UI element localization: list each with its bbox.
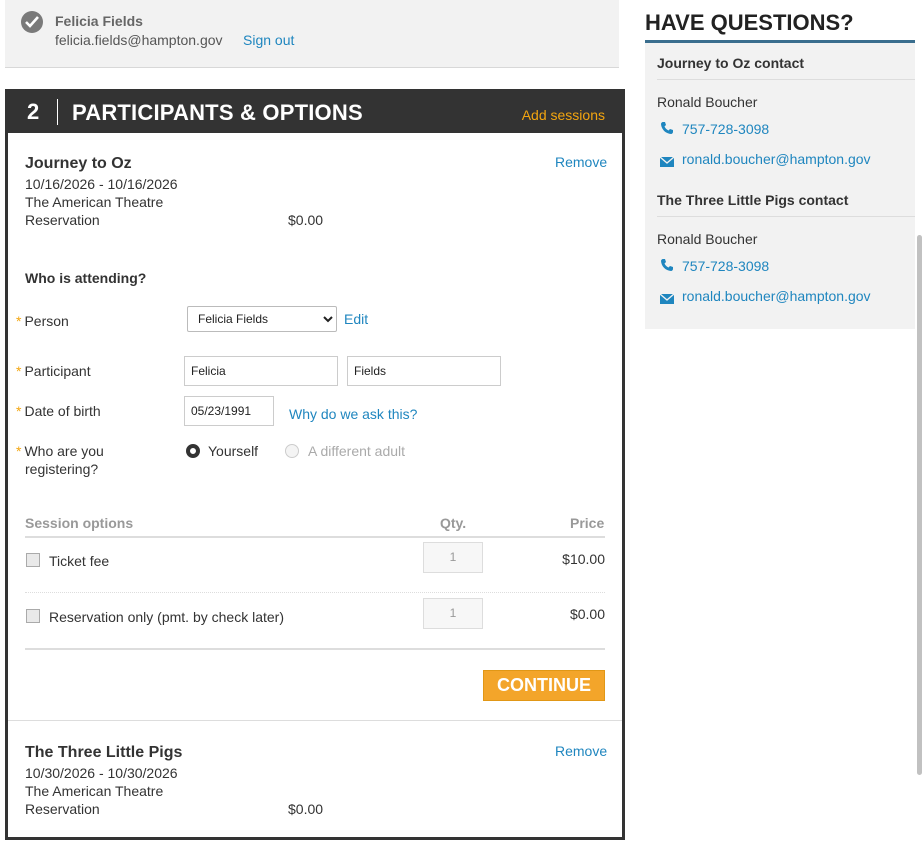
remove-event-link[interactable]: Remove: [555, 154, 607, 170]
phone-icon: [660, 258, 674, 275]
sidebar-title: HAVE QUESTIONS?: [645, 10, 854, 35]
session-option-price: $10.00: [562, 551, 605, 567]
required-mark: *: [16, 403, 22, 419]
radio-yourself[interactable]: [186, 444, 200, 458]
ticket-fee-checkbox[interactable]: [26, 553, 40, 567]
header-separator: [57, 99, 58, 125]
signed-in-banner: Felicia Fields felicia.fields@hampton.go…: [5, 0, 619, 68]
contact-divider: [657, 79, 915, 80]
radio-different-adult-label[interactable]: A different adult: [308, 443, 405, 459]
row-divider: [25, 592, 605, 593]
contact-name: Ronald Boucher: [657, 231, 758, 247]
session-footer-rule: [25, 648, 605, 650]
contact-phone-link[interactable]: 757-728-3098: [682, 121, 769, 137]
who-label-row: * Who are you: [16, 443, 104, 459]
qty-input[interactable]: 1: [423, 542, 483, 573]
event-title: Journey to Oz: [25, 155, 132, 172]
required-mark: *: [16, 443, 22, 459]
add-sessions-link[interactable]: Add sessions: [522, 107, 605, 123]
required-mark: *: [16, 363, 22, 379]
contact-heading: The Three Little Pigs contact: [657, 192, 849, 208]
contact-email-link[interactable]: ronald.boucher@hampton.gov: [682, 151, 871, 167]
mail-icon: [659, 154, 675, 170]
contact-heading: Journey to Oz contact: [657, 55, 805, 71]
session-option-price: $0.00: [569, 606, 605, 622]
first-name-input[interactable]: [184, 356, 338, 386]
why-ask-link[interactable]: Why do we ask this?: [289, 406, 417, 422]
qty-header: Qty.: [440, 515, 467, 531]
phone-icon: [660, 121, 674, 138]
user-email: felicia.fields@hampton.gov: [55, 32, 223, 48]
price-header: Price: [570, 515, 605, 531]
continue-button[interactable]: CONTINUE: [483, 670, 605, 701]
edit-person-link[interactable]: Edit: [344, 311, 368, 327]
mail-icon: [659, 291, 675, 307]
remove-event-link[interactable]: Remove: [555, 743, 607, 759]
panel-title: PARTICIPANTS & OPTIONS: [72, 100, 363, 125]
contact-divider: [657, 216, 915, 217]
event-price: $0.00: [288, 212, 324, 228]
dob-label: Date of birth: [24, 403, 101, 419]
person-select[interactable]: Felicia Fields: [187, 306, 337, 332]
contacts-box: Journey to Oz contact Ronald Boucher 757…: [645, 43, 915, 329]
event-venue: The American Theatre: [25, 783, 164, 799]
who-label-line1: Who are you: [24, 443, 104, 459]
qty-input[interactable]: 1: [423, 598, 483, 629]
panel-header: 2 PARTICIPANTS & OPTIONS Add sessions: [5, 89, 625, 133]
contact-email-link[interactable]: ronald.boucher@hampton.gov: [682, 288, 871, 304]
participants-options-panel: 2 PARTICIPANTS & OPTIONS Add sessions Jo…: [5, 89, 625, 840]
person-label: Person: [24, 313, 69, 329]
event-dates: 10/16/2026 - 10/16/2026: [25, 176, 178, 192]
sign-out-link[interactable]: Sign out: [243, 32, 294, 48]
radio-different-adult[interactable]: [285, 444, 299, 458]
event-type: Reservation: [25, 801, 100, 817]
last-name-input[interactable]: [347, 356, 501, 386]
session-header-rule: [25, 536, 605, 538]
check-circle-icon: [21, 11, 43, 33]
contact-phone-link[interactable]: 757-728-3098: [682, 258, 769, 274]
who-label-line2: registering?: [25, 461, 99, 477]
reservation-only-checkbox[interactable]: [26, 609, 40, 623]
user-name: Felicia Fields: [55, 13, 143, 29]
required-mark: *: [16, 313, 22, 329]
participant-label-row: * Participant: [16, 363, 91, 379]
event-dates: 10/30/2026 - 10/30/2026: [25, 765, 178, 781]
event-venue: The American Theatre: [25, 194, 164, 210]
contact-name: Ronald Boucher: [657, 94, 758, 110]
session-option-label: Reservation only (pmt. by check later): [49, 609, 284, 625]
event-type: Reservation: [25, 212, 100, 228]
radio-yourself-label[interactable]: Yourself: [208, 443, 258, 459]
session-option-label: Ticket fee: [49, 553, 110, 569]
person-label-row: * Person: [16, 313, 69, 329]
dob-label-row: * Date of birth: [16, 403, 101, 419]
event-price: $0.00: [288, 801, 324, 817]
event-divider: [8, 720, 622, 721]
dob-input[interactable]: [184, 396, 274, 426]
step-number: 2: [27, 99, 40, 124]
event-title: The Three Little Pigs: [25, 744, 183, 761]
scrollbar-thumb[interactable]: [917, 235, 922, 775]
attending-heading: Who is attending?: [25, 270, 147, 286]
session-options-header: Session options: [25, 515, 134, 531]
participant-label: Participant: [24, 363, 91, 379]
